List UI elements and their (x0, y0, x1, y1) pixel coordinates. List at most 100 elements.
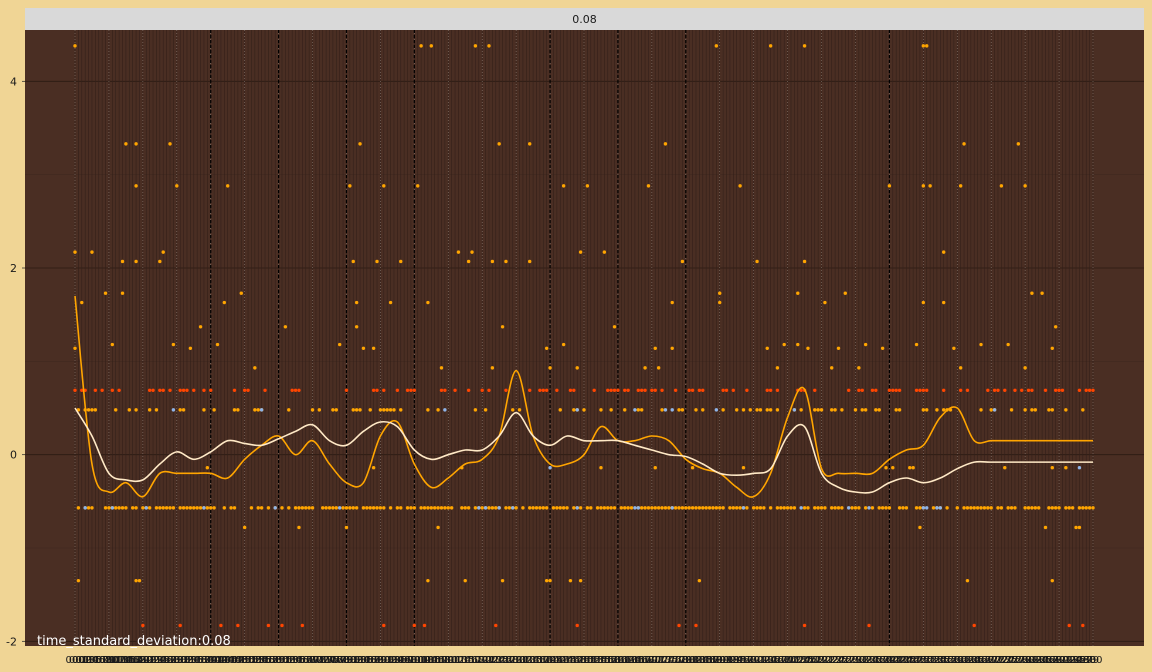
data-point (646, 506, 651, 510)
data-point (802, 623, 807, 628)
data-point (337, 506, 342, 510)
data-point (483, 506, 488, 510)
data-point (528, 506, 532, 510)
data-point (490, 506, 495, 510)
data-point (436, 506, 440, 510)
data-point (439, 506, 444, 510)
data-point (690, 466, 695, 470)
data-point (253, 366, 257, 370)
data-point (460, 506, 464, 510)
data-point (663, 142, 668, 146)
data-point (236, 408, 240, 412)
data-point (623, 388, 627, 392)
data-point (134, 408, 138, 412)
data-point (371, 388, 376, 392)
data-point (863, 408, 868, 412)
data-point (745, 388, 749, 392)
data-point (192, 388, 196, 392)
data-point (114, 408, 118, 412)
data-point (1067, 506, 1071, 510)
data-point (724, 388, 729, 392)
data-point (728, 506, 732, 510)
data-point (1023, 366, 1027, 370)
data-point (368, 408, 372, 412)
data-point (599, 466, 603, 470)
data-point (999, 506, 1004, 510)
data-point (456, 250, 461, 254)
data-point (714, 506, 719, 510)
data-point (836, 506, 841, 510)
data-point (704, 506, 708, 510)
data-point (117, 506, 121, 510)
data-point (897, 506, 902, 510)
data-point (738, 184, 742, 188)
data-point (1087, 506, 1092, 510)
data-point (813, 388, 817, 392)
data-point (412, 506, 417, 510)
data-point (422, 506, 427, 510)
data-point (412, 388, 417, 392)
data-point (110, 506, 115, 510)
data-point (796, 342, 800, 347)
data-point (253, 408, 257, 412)
data-point (925, 44, 929, 48)
data-point (1013, 506, 1017, 510)
data-point (541, 506, 545, 510)
data-point (192, 506, 196, 510)
data-point (952, 346, 956, 350)
data-point (962, 142, 966, 146)
data-point (76, 506, 81, 510)
data-point (925, 388, 929, 392)
data-point (1033, 506, 1038, 510)
data-point (755, 259, 759, 264)
data-point (707, 506, 712, 510)
data-point (867, 506, 871, 510)
data-point (134, 578, 138, 583)
data-point (1053, 388, 1058, 392)
data-point (592, 388, 596, 392)
data-point (287, 408, 291, 412)
data-point (572, 388, 576, 392)
data-point (1060, 388, 1065, 392)
data-point (782, 342, 786, 347)
data-point (392, 408, 396, 412)
data-point (497, 142, 501, 146)
data-point (141, 623, 145, 628)
data-point (979, 342, 983, 347)
data-point (1057, 388, 1061, 392)
data-point (538, 388, 542, 392)
data-point (606, 388, 610, 392)
y-tick-label: 0 (10, 449, 17, 462)
data-point (426, 506, 430, 510)
data-point (1050, 506, 1054, 510)
data-point (344, 506, 349, 510)
data-point (965, 388, 970, 392)
data-point (694, 623, 698, 628)
data-point (473, 44, 478, 48)
data-point (1020, 388, 1024, 392)
data-point (986, 506, 990, 510)
data-point (239, 291, 243, 295)
data-point (134, 184, 138, 188)
data-point (419, 506, 423, 510)
data-point (877, 408, 881, 412)
data-point (789, 506, 793, 510)
data-point (446, 506, 450, 510)
data-point (517, 408, 522, 412)
data-point (765, 388, 769, 392)
data-point (1003, 466, 1007, 470)
data-point (178, 408, 182, 412)
data-point (602, 506, 607, 510)
data-point (561, 342, 566, 347)
data-point (796, 291, 800, 295)
data-point (775, 366, 780, 370)
data-point (494, 506, 498, 510)
data-point (680, 259, 685, 264)
data-point (273, 506, 277, 510)
data-point (185, 388, 189, 392)
data-point (653, 466, 657, 470)
data-point (721, 388, 725, 392)
data-point (1013, 388, 1017, 392)
data-point (989, 408, 993, 412)
data-point (714, 408, 719, 412)
